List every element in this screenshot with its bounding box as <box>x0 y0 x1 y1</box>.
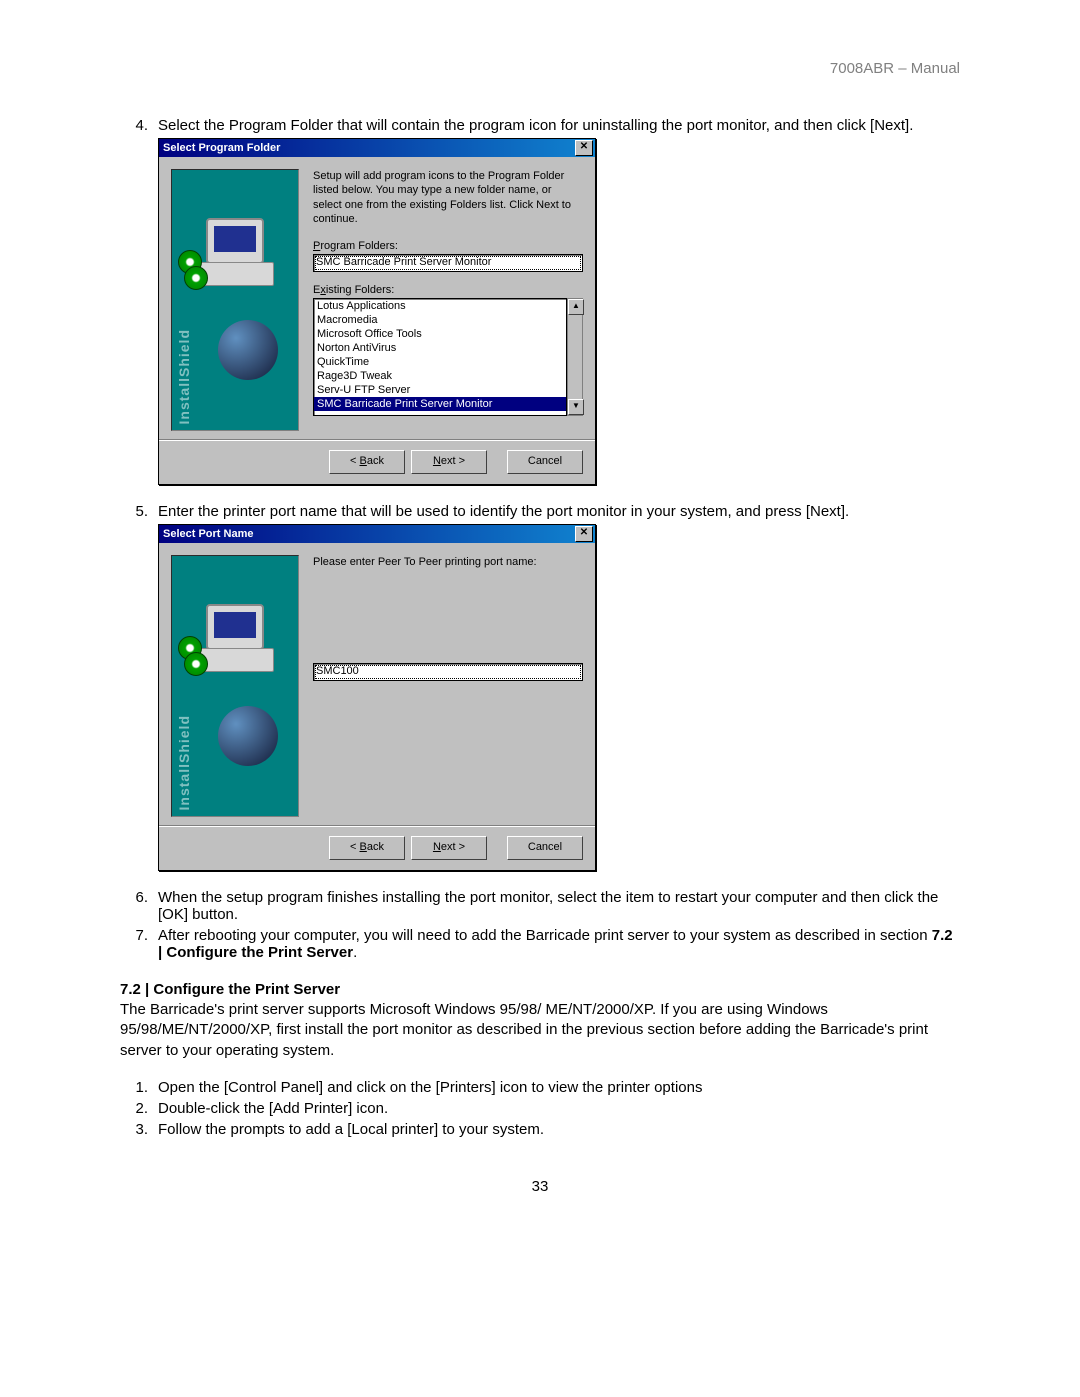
dialog-title: Select Port Name <box>163 528 575 540</box>
page-header: 7008ABR – Manual <box>120 60 960 77</box>
program-folder-input[interactable]: SMC Barricade Print Server Monitor <box>313 254 583 272</box>
scroll-down-icon[interactable]: ▼ <box>568 399 584 415</box>
substep-3: 3. Follow the prompts to add a [Local pr… <box>120 1121 960 1138</box>
list-item[interactable]: QuickTime <box>314 355 566 369</box>
installer-graphic: InstallShield <box>171 555 299 817</box>
list-number: 4. <box>120 117 158 134</box>
list-number: 1. <box>120 1079 158 1096</box>
list-number: 6. <box>120 889 158 923</box>
list-text: Select the Program Folder that will cont… <box>158 117 960 134</box>
step-4: 4. Select the Program Folder that will c… <box>120 117 960 134</box>
page-number: 33 <box>120 1178 960 1195</box>
list-number: 3. <box>120 1121 158 1138</box>
dialog-title: Select Program Folder <box>163 142 575 154</box>
next-button[interactable]: Next > <box>411 450 487 474</box>
list-number: 2. <box>120 1100 158 1117</box>
list-item[interactable]: Macromedia <box>314 313 566 327</box>
dialog-description: Please enter Peer To Peer printing port … <box>313 555 583 569</box>
program-folders-label: Program Folders: <box>313 240 583 252</box>
scroll-up-icon[interactable]: ▲ <box>568 299 584 315</box>
port-name-input[interactable]: SMC100 <box>313 663 583 681</box>
list-text: After rebooting your computer, you will … <box>158 927 960 961</box>
scrollbar[interactable]: ▲ ▼ <box>567 298 583 416</box>
installshield-label: InstallShield <box>176 329 192 424</box>
list-item-selected[interactable]: SMC Barricade Print Server Monitor <box>314 397 566 411</box>
installshield-label: InstallShield <box>176 715 192 810</box>
list-item[interactable]: Lotus Applications <box>314 299 566 313</box>
back-button[interactable]: < Back <box>329 450 405 474</box>
section-heading: 7.2 | Configure the Print Server <box>120 981 960 998</box>
list-text: Enter the printer port name that will be… <box>158 503 960 520</box>
list-text: Open the [Control Panel] and click on th… <box>158 1079 960 1096</box>
list-item[interactable]: Serv-U FTP Server <box>314 383 566 397</box>
step-6: 6. When the setup program finishes insta… <box>120 889 960 923</box>
list-number: 5. <box>120 503 158 520</box>
next-button[interactable]: Next > <box>411 836 487 860</box>
existing-folders-label: Existing Folders: <box>313 284 583 296</box>
list-item[interactable]: Norton AntiVirus <box>314 341 566 355</box>
cancel-button[interactable]: Cancel <box>507 836 583 860</box>
list-text: When the setup program finishes installi… <box>158 889 960 923</box>
existing-folders-listbox[interactable]: Lotus Applications Macromedia Microsoft … <box>313 298 567 416</box>
step-5: 5. Enter the printer port name that will… <box>120 503 960 520</box>
substep-2: 2. Double-click the [Add Printer] icon. <box>120 1100 960 1117</box>
select-program-folder-dialog: Select Program Folder ✕ InstallShield Se… <box>158 138 596 485</box>
cancel-button[interactable]: Cancel <box>507 450 583 474</box>
titlebar: Select Port Name ✕ <box>159 525 595 543</box>
step-7: 7. After rebooting your computer, you wi… <box>120 927 960 961</box>
list-text: Follow the prompts to add a [Local print… <box>158 1121 960 1138</box>
section-paragraph: The Barricade's print server supports Mi… <box>120 1000 960 1061</box>
select-port-name-dialog: Select Port Name ✕ InstallShield Please … <box>158 524 596 871</box>
back-button[interactable]: < Back <box>329 836 405 860</box>
installer-graphic: InstallShield <box>171 169 299 431</box>
manual-page: 7008ABR – Manual 4. Select the Program F… <box>0 0 1080 1235</box>
close-icon[interactable]: ✕ <box>575 140 593 156</box>
dialog-footer: < Back Next > Cancel <box>159 825 595 870</box>
dialog-footer: < Back Next > Cancel <box>159 439 595 484</box>
list-item[interactable]: Microsoft Office Tools <box>314 327 566 341</box>
list-item[interactable]: Rage3D Tweak <box>314 369 566 383</box>
titlebar: Select Program Folder ✕ <box>159 139 595 157</box>
list-text: Double-click the [Add Printer] icon. <box>158 1100 960 1117</box>
close-icon[interactable]: ✕ <box>575 526 593 542</box>
substep-1: 1. Open the [Control Panel] and click on… <box>120 1079 960 1096</box>
list-number: 7. <box>120 927 158 961</box>
dialog-description: Setup will add program icons to the Prog… <box>313 169 583 226</box>
